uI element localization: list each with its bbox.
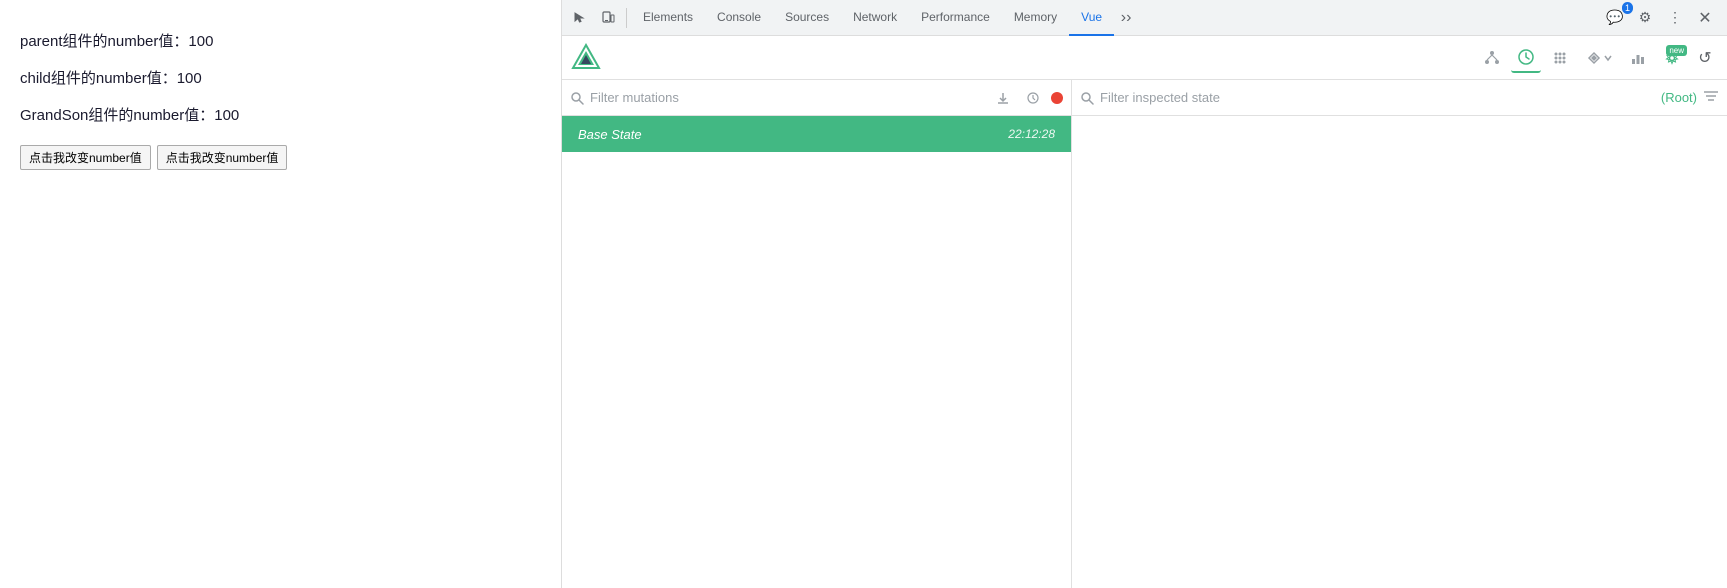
clock-filter-btn[interactable]: [1021, 86, 1045, 110]
mutations-panel: Base State 22:12:28: [562, 80, 1072, 588]
performance-btn[interactable]: [1623, 43, 1653, 73]
state-panel: (Root): [1072, 80, 1727, 588]
more-tabs-btn[interactable]: ››: [1114, 4, 1138, 32]
page-content: parent组件的number值：100 child组件的number值：100…: [0, 0, 562, 588]
grandson-number-text: GrandSon组件的number值：100: [20, 104, 541, 125]
topbar-divider-1: [626, 8, 627, 28]
chat-badge-wrapper: 💬 1: [1601, 4, 1629, 32]
devtools-topbar: Elements Console Sources Network Perform…: [562, 0, 1727, 36]
mutations-filter-input[interactable]: [590, 90, 985, 105]
state-search-bar: (Root): [1072, 80, 1727, 116]
mutation-item[interactable]: Base State 22:12:28: [562, 116, 1071, 152]
component-tree-icon: [1483, 49, 1501, 67]
vue-settings-btn[interactable]: [1657, 43, 1687, 73]
timeline-icon: [1517, 48, 1535, 66]
page-buttons: 点击我改变number值 点击我改变number值: [20, 145, 541, 170]
state-content: [1072, 116, 1727, 588]
tab-memory[interactable]: Memory: [1002, 0, 1069, 36]
cursor-icon: [573, 11, 587, 25]
settings-icon-btn[interactable]: ⚙: [1631, 4, 1659, 32]
vue-refresh-btn[interactable]: ↺: [1691, 44, 1719, 72]
close-devtools-btn[interactable]: ✕: [1691, 4, 1719, 32]
devtools-panel: Elements Console Sources Network Perform…: [562, 0, 1727, 588]
state-filter-input[interactable]: [1100, 90, 1647, 105]
change-number-btn-2[interactable]: 点击我改变number值: [157, 145, 288, 170]
vue-devtools-panel: ↺: [562, 36, 1727, 588]
component-tree-btn[interactable]: [1477, 43, 1507, 73]
route-btn[interactable]: [1579, 43, 1619, 73]
device-icon: [601, 11, 615, 25]
device-icon-btn[interactable]: [594, 4, 622, 32]
chat-badge-count: 1: [1622, 2, 1633, 14]
topbar-right-icons: 💬 1 ⚙ ⋮ ✕: [1601, 4, 1719, 32]
tab-network[interactable]: Network: [841, 0, 909, 36]
state-filter-btn[interactable]: [1703, 89, 1719, 106]
chevron-down-icon: [1603, 53, 1613, 63]
record-toggle-btn[interactable]: [1051, 92, 1063, 104]
timeline-btn[interactable]: [1511, 43, 1541, 73]
grid-icon: [1551, 49, 1569, 67]
mutation-name: Base State: [578, 127, 642, 142]
mutations-search-icon: [570, 91, 584, 105]
parent-number-text: parent组件的number值：100: [20, 30, 541, 51]
grid-btn[interactable]: [1545, 43, 1575, 73]
tab-performance[interactable]: Performance: [909, 0, 1002, 36]
state-root-label: (Root): [1661, 90, 1697, 105]
mutation-list: Base State 22:12:28: [562, 116, 1071, 588]
download-mutations-btn[interactable]: [991, 86, 1015, 110]
mutation-time: 22:12:28: [1008, 127, 1055, 141]
vue-toolbar: ↺: [562, 36, 1727, 80]
bar-chart-icon: [1629, 49, 1647, 67]
tab-console[interactable]: Console: [705, 0, 773, 36]
tab-elements[interactable]: Elements: [631, 0, 705, 36]
vue-main-content: Base State 22:12:28 (Root): [562, 80, 1727, 588]
vue-settings-icon: [1663, 49, 1681, 67]
vue-logo: [570, 42, 602, 74]
tab-sources[interactable]: Sources: [773, 0, 841, 36]
child-number-text: child组件的number值：100: [20, 67, 541, 88]
change-number-btn-1[interactable]: 点击我改变number值: [20, 145, 151, 170]
more-options-btn[interactable]: ⋮: [1661, 4, 1689, 32]
state-search-icon: [1080, 91, 1094, 105]
cursor-icon-btn[interactable]: [566, 4, 594, 32]
tab-vue[interactable]: Vue: [1069, 0, 1114, 36]
route-icon: [1585, 49, 1603, 67]
mutations-search-bar: [562, 80, 1071, 116]
